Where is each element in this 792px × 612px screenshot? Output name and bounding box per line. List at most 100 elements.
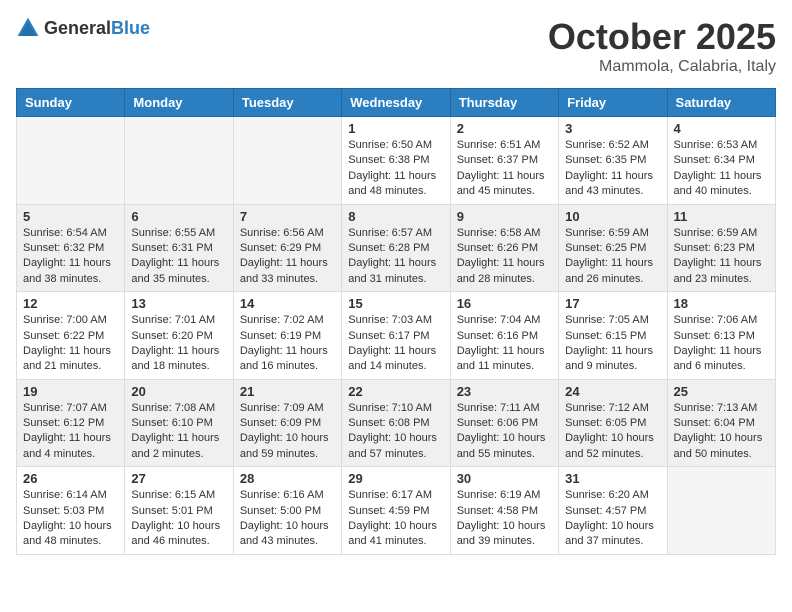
day-info: Sunrise: 6:54 AM Sunset: 6:32 PM Dayligh…: [23, 226, 118, 288]
day-number: 21: [240, 384, 335, 399]
title-area: October 2025 Mammola, Calabria, Italy: [548, 16, 776, 76]
month-title: October 2025: [548, 16, 776, 58]
day-number: 25: [674, 384, 769, 399]
day-header-saturday: Saturday: [667, 89, 775, 117]
day-info: Sunrise: 7:11 AM Sunset: 6:06 PM Dayligh…: [457, 401, 552, 463]
day-number: 20: [131, 384, 226, 399]
calendar-week-2: 5 Sunrise: 6:54 AM Sunset: 6:32 PM Daylig…: [17, 204, 776, 292]
day-number: 4: [674, 121, 769, 136]
calendar-cell: [667, 467, 775, 555]
calendar-cell: 25Sunrise: 7:13 AM Sunset: 6:04 PM Dayli…: [667, 379, 775, 467]
day-number: 29: [348, 471, 443, 486]
day-number: 10: [565, 209, 660, 224]
header: GeneralBlue October 2025 Mammola, Calabr…: [16, 16, 776, 76]
calendar-cell: 11 Sunrise: 6:59 AM Sunset: 6:23 PM Dayli…: [667, 204, 775, 292]
day-number: 11: [674, 209, 769, 224]
day-info: Sunrise: 6:15 AM Sunset: 5:01 PM Dayligh…: [131, 488, 226, 550]
logo-general: General: [44, 18, 111, 38]
day-number: 16: [457, 296, 552, 311]
calendar-cell: 3 Sunrise: 6:52 AM Sunset: 6:35 PM Daylig…: [559, 117, 667, 205]
calendar-cell: 17Sunrise: 7:05 AM Sunset: 6:15 PM Dayli…: [559, 292, 667, 380]
day-number: 19: [23, 384, 118, 399]
day-info: Sunrise: 6:59 AM Sunset: 6:23 PM Dayligh…: [674, 226, 769, 288]
day-info: Sunrise: 6:56 AM Sunset: 6:29 PM Dayligh…: [240, 226, 335, 288]
day-number: 18: [674, 296, 769, 311]
day-number: 5: [23, 209, 118, 224]
calendar-cell: 24 Sunrise: 7:12 AM Sunset: 6:05 PM Dayli…: [559, 379, 667, 467]
calendar-week-3: 12 Sunrise: 7:00 AM Sunset: 6:22 PM Dayli…: [17, 292, 776, 380]
calendar-body: 1Sunrise: 6:50 AM Sunset: 6:38 PM Daylig…: [17, 117, 776, 555]
day-number: 12: [23, 296, 118, 311]
day-info: Sunrise: 6:19 AM Sunset: 4:58 PM Dayligh…: [457, 488, 552, 550]
day-header-thursday: Thursday: [450, 89, 558, 117]
day-number: 23: [457, 384, 552, 399]
day-info: Sunrise: 6:55 AM Sunset: 6:31 PM Dayligh…: [131, 226, 226, 288]
day-info: Sunrise: 6:52 AM Sunset: 6:35 PM Dayligh…: [565, 138, 660, 200]
day-info: Sunrise: 7:12 AM Sunset: 6:05 PM Dayligh…: [565, 401, 660, 463]
day-number: 15: [348, 296, 443, 311]
calendar-cell: 18 Sunrise: 7:06 AM Sunset: 6:13 PM Dayli…: [667, 292, 775, 380]
calendar-cell: 7Sunrise: 6:56 AM Sunset: 6:29 PM Daylig…: [233, 204, 341, 292]
day-number: 3: [565, 121, 660, 136]
day-number: 31: [565, 471, 660, 486]
day-number: 1: [348, 121, 443, 136]
day-header-sunday: Sunday: [17, 89, 125, 117]
day-info: Sunrise: 6:20 AM Sunset: 4:57 PM Dayligh…: [565, 488, 660, 550]
logo: GeneralBlue: [16, 16, 150, 40]
calendar-cell: 9 Sunrise: 6:58 AM Sunset: 6:26 PM Daylig…: [450, 204, 558, 292]
day-number: 27: [131, 471, 226, 486]
calendar-week-5: 26 Sunrise: 6:14 AM Sunset: 5:03 PM Dayli…: [17, 467, 776, 555]
day-info: Sunrise: 6:58 AM Sunset: 6:26 PM Dayligh…: [457, 226, 552, 288]
day-info: Sunrise: 6:57 AM Sunset: 6:28 PM Dayligh…: [348, 226, 443, 288]
day-info: Sunrise: 7:10 AM Sunset: 6:08 PM Dayligh…: [348, 401, 443, 463]
day-number: 22: [348, 384, 443, 399]
calendar-cell: 4 Sunrise: 6:53 AM Sunset: 6:34 PM Daylig…: [667, 117, 775, 205]
calendar-cell: 13Sunrise: 7:01 AM Sunset: 6:20 PM Dayli…: [125, 292, 233, 380]
day-headers-row: SundayMondayTuesdayWednesdayThursdayFrid…: [17, 89, 776, 117]
day-info: Sunrise: 6:14 AM Sunset: 5:03 PM Dayligh…: [23, 488, 118, 550]
day-info: Sunrise: 6:51 AM Sunset: 6:37 PM Dayligh…: [457, 138, 552, 200]
day-number: 26: [23, 471, 118, 486]
day-info: Sunrise: 7:08 AM Sunset: 6:10 PM Dayligh…: [131, 401, 226, 463]
logo-icon: [16, 16, 40, 40]
day-info: Sunrise: 6:17 AM Sunset: 4:59 PM Dayligh…: [348, 488, 443, 550]
calendar-week-1: 1Sunrise: 6:50 AM Sunset: 6:38 PM Daylig…: [17, 117, 776, 205]
day-number: 28: [240, 471, 335, 486]
day-number: 30: [457, 471, 552, 486]
calendar-cell: 22 Sunrise: 7:10 AM Sunset: 6:08 PM Dayli…: [342, 379, 450, 467]
day-number: 24: [565, 384, 660, 399]
location-subtitle: Mammola, Calabria, Italy: [548, 58, 776, 76]
day-header-friday: Friday: [559, 89, 667, 117]
day-info: Sunrise: 6:53 AM Sunset: 6:34 PM Dayligh…: [674, 138, 769, 200]
calendar-cell: 31 Sunrise: 6:20 AM Sunset: 4:57 PM Dayli…: [559, 467, 667, 555]
calendar-cell: [17, 117, 125, 205]
calendar-cell: 19Sunrise: 7:07 AM Sunset: 6:12 PM Dayli…: [17, 379, 125, 467]
calendar-cell: 21Sunrise: 7:09 AM Sunset: 6:09 PM Dayli…: [233, 379, 341, 467]
calendar-cell: 6 Sunrise: 6:55 AM Sunset: 6:31 PM Daylig…: [125, 204, 233, 292]
calendar-cell: [233, 117, 341, 205]
calendar-cell: 20 Sunrise: 7:08 AM Sunset: 6:10 PM Dayli…: [125, 379, 233, 467]
day-header-wednesday: Wednesday: [342, 89, 450, 117]
calendar-cell: 27 Sunrise: 6:15 AM Sunset: 5:01 PM Dayli…: [125, 467, 233, 555]
day-number: 8: [348, 209, 443, 224]
day-info: Sunrise: 7:03 AM Sunset: 6:17 PM Dayligh…: [348, 313, 443, 375]
day-info: Sunrise: 7:02 AM Sunset: 6:19 PM Dayligh…: [240, 313, 335, 375]
calendar-header: SundayMondayTuesdayWednesdayThursdayFrid…: [17, 89, 776, 117]
day-info: Sunrise: 7:00 AM Sunset: 6:22 PM Dayligh…: [23, 313, 118, 375]
logo-blue: Blue: [111, 18, 150, 38]
day-header-monday: Monday: [125, 89, 233, 117]
calendar-cell: 16Sunrise: 7:04 AM Sunset: 6:16 PM Dayli…: [450, 292, 558, 380]
calendar-cell: [125, 117, 233, 205]
calendar-cell: 5 Sunrise: 6:54 AM Sunset: 6:32 PM Daylig…: [17, 204, 125, 292]
calendar-cell: 29 Sunrise: 6:17 AM Sunset: 4:59 PM Dayli…: [342, 467, 450, 555]
calendar-cell: 10 Sunrise: 6:59 AM Sunset: 6:25 PM Dayli…: [559, 204, 667, 292]
day-info: Sunrise: 7:06 AM Sunset: 6:13 PM Dayligh…: [674, 313, 769, 375]
day-number: 9: [457, 209, 552, 224]
day-number: 13: [131, 296, 226, 311]
calendar-cell: 28Sunrise: 6:16 AM Sunset: 5:00 PM Dayli…: [233, 467, 341, 555]
calendar-week-4: 19Sunrise: 7:07 AM Sunset: 6:12 PM Dayli…: [17, 379, 776, 467]
day-number: 6: [131, 209, 226, 224]
calendar-cell: 8 Sunrise: 6:57 AM Sunset: 6:28 PM Daylig…: [342, 204, 450, 292]
day-info: Sunrise: 6:59 AM Sunset: 6:25 PM Dayligh…: [565, 226, 660, 288]
calendar-cell: 12 Sunrise: 7:00 AM Sunset: 6:22 PM Dayli…: [17, 292, 125, 380]
